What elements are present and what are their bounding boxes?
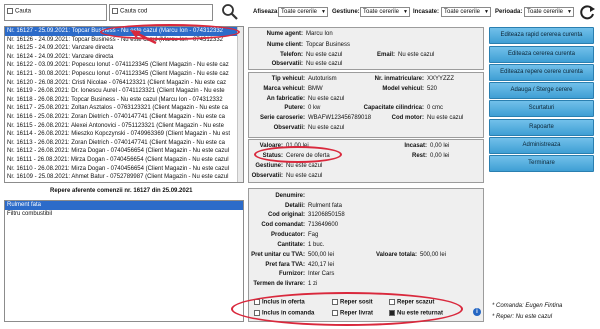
list-item[interactable]: Nr. 16122 - 03.09.2021: Popescu Ionut - …: [5, 61, 243, 70]
cauta-cod-checkbox[interactable]: [112, 8, 118, 14]
list-item[interactable]: Nr. 16112 - 26.08.2021: Mirza Dogan - 07…: [5, 147, 243, 156]
list-item[interactable]: Nr. 16115 - 26.08.2021: Alexei Antonovic…: [5, 122, 243, 131]
vehicle-panel: Tip vehicul: Autoturism Nr. inmatricular…: [248, 72, 484, 138]
note-reper: * Reper: Nu este cazul: [492, 314, 553, 320]
highlight-ring-checks: [231, 292, 463, 326]
vehicle-observatii: Nu este cazul: [308, 125, 345, 131]
list-item[interactable]: Nr. 16117 - 25.08.2021: Zoltan Asztalos …: [5, 104, 243, 113]
detalii: Rulment fata: [308, 203, 343, 209]
edit-parts-button[interactable]: Editeaza repere cerere curenta: [489, 64, 594, 81]
putere: 0 kw: [308, 105, 321, 111]
search-icon[interactable]: [221, 3, 239, 21]
chevron-down-icon: ▼: [403, 9, 408, 15]
incasate-select[interactable]: Toate cererile ▼: [441, 7, 491, 17]
cauta-checkbox[interactable]: [7, 8, 13, 14]
refresh-icon[interactable]: [579, 4, 596, 21]
nume-client: Topcar Business: [306, 42, 351, 48]
capacitate: 0 cmc: [427, 105, 444, 111]
valoare-totala: 500,00 lei: [420, 252, 447, 258]
list-item[interactable]: Nr. 16125 - 24.09.2021: Vanzare directa: [5, 44, 243, 53]
chevron-down-icon: ▼: [484, 9, 489, 15]
list-item[interactable]: Nr. 16113 - 26.08.2021: Zoran Dietrich -…: [5, 139, 243, 148]
orders-scrollbar[interactable]: [237, 27, 243, 182]
list-item[interactable]: Rulment fata: [5, 201, 243, 210]
status-observatii: Nu este cazul: [286, 173, 323, 179]
info-icon[interactable]: i: [473, 308, 481, 316]
exit-button[interactable]: Terminare: [489, 155, 594, 172]
incasate-label: Incasate:: [413, 9, 440, 15]
chevron-down-icon: ▼: [321, 9, 326, 15]
list-item[interactable]: Nr. 16124 - 24.09.2021: Vanzare directa: [5, 53, 243, 62]
incasat: 0,00 lei: [430, 143, 450, 149]
pret-unitar: 500,00 lei: [308, 252, 335, 258]
highlight-ring-order: [100, 24, 240, 40]
reports-button[interactable]: Rapoarte: [489, 119, 594, 136]
afiseaza-label: Afiseaza:: [253, 9, 280, 15]
cantitate: 1 buc.: [308, 242, 325, 248]
afiseaza-select[interactable]: Toate cererile ▼: [278, 7, 328, 17]
pret-fara-tva: 420,17 lei: [308, 262, 335, 268]
list-item[interactable]: Nr. 16121 - 30.08.2021: Popescu Ionut - …: [5, 70, 243, 79]
search-cod-checkbox-group: Cauta cod: [112, 8, 147, 15]
repere-list[interactable]: Rulment fata Filtru combustibil: [4, 200, 244, 322]
model-vehicul: 520: [427, 86, 438, 92]
chevron-down-icon: ▼: [567, 9, 572, 15]
telefon: Nu este cazul: [306, 52, 343, 58]
nume-agent: Marcu Ion: [306, 31, 333, 37]
nr-inmatriculare: XXYYZZZ: [427, 76, 455, 82]
search-checkbox-group: Cauta: [7, 8, 31, 15]
highlight-ring-status: [254, 146, 342, 163]
list-item[interactable]: Nr. 16110 - 26.08.2021: Mirza Dogan - 07…: [5, 165, 243, 174]
perioada-label: Perioada:: [495, 9, 523, 15]
orders-list[interactable]: Nr. 16127 - 25.09.2021: Topcar Business …: [4, 26, 244, 183]
gestiune-label: Gestiune:: [332, 9, 360, 15]
add-delete-button[interactable]: Adauga / Sterge cerere: [489, 82, 594, 99]
termen-livrare: 1 zi: [308, 281, 318, 287]
rest: 0,00 lei: [430, 153, 450, 159]
list-item[interactable]: Nr. 16109 - 25.08.2021: Ahmet Batur - 07…: [5, 173, 243, 182]
an-fabricatie: Nu este cazul: [308, 96, 345, 102]
gestiune-select[interactable]: Toate cererile ▼: [360, 7, 410, 17]
client-panel: Nume agent: Marcu Ion Nume client: Topca…: [248, 27, 484, 70]
list-item[interactable]: Nr. 16116 - 25.08.2021: Zoran Dietrich -…: [5, 113, 243, 122]
list-item[interactable]: Nr. 16120 - 26.08.2021: Cristi Nicolae -…: [5, 79, 243, 88]
edit-request-button[interactable]: Editeaza cererea curenta: [489, 46, 594, 63]
serie-caroserie: WBAFW12345678901​8: [308, 115, 372, 121]
tip-vehicul: Autoturism: [308, 76, 337, 82]
producator: Fag: [308, 232, 319, 238]
cod-motor: Nu este cazul: [427, 115, 464, 121]
shortcuts-button[interactable]: Scurtaturi: [489, 100, 594, 117]
repere-title: Repere aferente comenzii nr. 16127 din 2…: [50, 188, 193, 194]
note-comanda: * Comanda: Eugen Fintina: [492, 303, 563, 309]
perioada-select[interactable]: Toate cererile ▼: [524, 7, 574, 17]
list-item[interactable]: Nr. 16118 - 26.08.2021: Topcar Business …: [5, 96, 243, 105]
list-item[interactable]: Nr. 16119 - 26.08.2021: Dr. Ionescu Aure…: [5, 87, 243, 96]
list-item[interactable]: Nr. 16114 - 26.08.2021: Mieszko Kopczyns…: [5, 130, 243, 139]
admin-button[interactable]: Administreaza: [489, 137, 594, 154]
cod-original: 31206850158: [308, 212, 345, 218]
cauta-cod-label: Cauta cod: [120, 8, 148, 15]
gestiune: Nu este cazul: [286, 163, 323, 169]
cod-comandat: 713649600: [308, 222, 339, 228]
furnizor: Inter Cars: [308, 271, 335, 277]
arrow-icon: [128, 28, 158, 45]
list-item[interactable]: Filtru combustibil: [5, 210, 243, 219]
cauta-label: Cauta: [15, 8, 32, 15]
list-item[interactable]: Nr. 16111 - 26.08.2021: Mirza Dogan - 07…: [5, 156, 243, 165]
client-observatii: Nu este cazul: [306, 61, 343, 67]
email: Nu este cazul: [398, 52, 435, 58]
edit-quick-button[interactable]: Editeaza rapid cererea curenta: [489, 27, 594, 44]
list-item[interactable]: Nr. 16108 - 25.08.2021: Velichkov Borisl…: [5, 182, 243, 183]
marca-vehicul: BMW: [308, 86, 323, 92]
